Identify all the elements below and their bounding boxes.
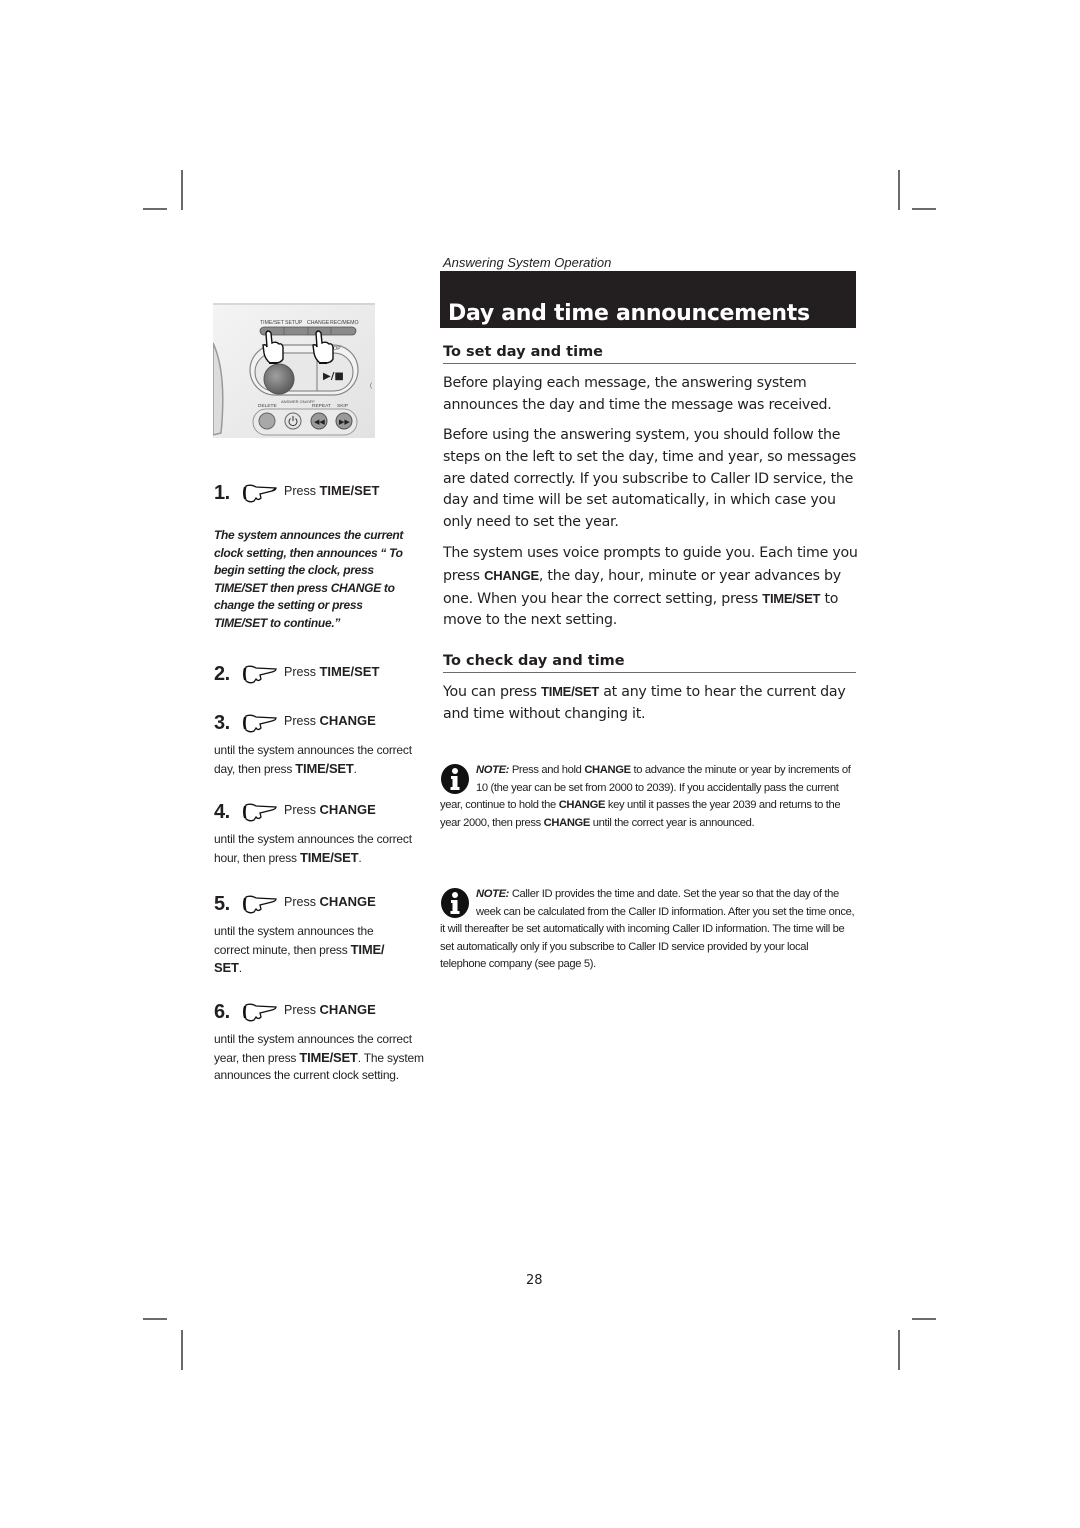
crop-mark bbox=[912, 1318, 936, 1320]
press-label: Press bbox=[284, 895, 316, 909]
svg-text:▶▶: ▶▶ bbox=[339, 418, 350, 426]
press-label: Press bbox=[284, 484, 316, 498]
step-2: 2. Press TIME/SET bbox=[214, 663, 429, 689]
answering-machine-illustration: TIME/SET SETUP CHANGE REC/MEMO STOP ▶/■ … bbox=[213, 303, 375, 438]
paragraph-check: You can press TIME/SET at any time to he… bbox=[443, 684, 846, 722]
check-day-time-heading: To check day and time bbox=[443, 652, 856, 673]
page-title: Day and time announcements bbox=[448, 301, 810, 326]
device-label-answer: ANSWER ON/OFF bbox=[281, 399, 315, 404]
paragraph-voice-prompts: The system uses voice prompts to guide y… bbox=[443, 545, 858, 629]
device-play-stop-label: ▶/■ bbox=[323, 371, 344, 382]
step-1-description: The system announces the current clock s… bbox=[214, 528, 404, 630]
crop-mark bbox=[898, 1330, 900, 1370]
device-delete-button bbox=[258, 412, 276, 430]
pointing-hand-icon bbox=[242, 1001, 282, 1023]
note-change-increments: NOTE: Press and hold CHANGE to advance t… bbox=[440, 763, 851, 829]
info-icon bbox=[440, 763, 470, 795]
step-instruction: Press CHANGE bbox=[284, 894, 376, 910]
key-name: CHANGE bbox=[319, 894, 376, 909]
note-label: NOTE: bbox=[476, 888, 510, 900]
step-description: until the system announces the correct d… bbox=[214, 743, 412, 776]
step-description: until the system announces the correct m… bbox=[214, 924, 385, 975]
step-number: 1. bbox=[214, 482, 230, 504]
paragraph-intro: Before playing each message, the answeri… bbox=[443, 375, 832, 413]
device-label-delete: DELETE bbox=[258, 403, 277, 409]
step-description: until the system announces the correct y… bbox=[214, 1032, 424, 1082]
device-label-recmemo: REC/MEMO bbox=[330, 320, 359, 326]
step-description: until the system announces the correct h… bbox=[214, 832, 412, 865]
title-bar: Day and time announcements bbox=[440, 271, 856, 328]
pointing-hand-icon bbox=[242, 801, 282, 823]
step-instruction: Press CHANGE bbox=[284, 713, 376, 729]
step-number: 6. bbox=[214, 1001, 230, 1023]
step-instruction: Press CHANGE bbox=[284, 1002, 376, 1018]
key-name: CHANGE bbox=[319, 1002, 376, 1017]
press-label: Press bbox=[284, 803, 316, 817]
step-number: 3. bbox=[214, 712, 230, 734]
crop-mark bbox=[181, 170, 183, 210]
section-label: Answering System Operation bbox=[443, 255, 612, 270]
crop-mark bbox=[898, 170, 900, 210]
step-instruction: Press TIME/SET bbox=[284, 483, 379, 499]
step-3: 3. Press CHANGE until the system announc… bbox=[214, 712, 429, 778]
device-label-skip: SKIP bbox=[337, 403, 348, 409]
press-label: Press bbox=[284, 1003, 316, 1017]
device-label-timeset: TIME/SET bbox=[260, 320, 285, 326]
pointing-hand-icon bbox=[242, 893, 282, 915]
page-number: 28 bbox=[526, 1273, 543, 1288]
step-instruction: Press TIME/SET bbox=[284, 664, 379, 680]
pointing-hand-icon bbox=[242, 663, 282, 685]
pointing-hand-icon bbox=[242, 482, 282, 504]
step-6: 6. Press CHANGE until the system announc… bbox=[214, 1001, 429, 1085]
note-label: NOTE: bbox=[476, 764, 510, 776]
svg-text:◀◀: ◀◀ bbox=[314, 418, 325, 426]
step-1: 1. Press TIME/SET bbox=[214, 482, 429, 508]
paragraph-before-using: Before using the answering system, you s… bbox=[443, 427, 857, 531]
set-day-time-heading: To set day and time bbox=[443, 343, 856, 364]
device-big-button bbox=[263, 363, 295, 395]
key-name: TIME/SET bbox=[319, 483, 380, 498]
key-name: CHANGE bbox=[319, 802, 376, 817]
device-label-setup: SETUP bbox=[285, 320, 303, 326]
step-4: 4. Press CHANGE until the system announc… bbox=[214, 801, 429, 867]
key-name: CHANGE bbox=[319, 713, 376, 728]
step-number: 4. bbox=[214, 801, 230, 823]
crop-mark bbox=[912, 208, 936, 210]
note-caller-id: NOTE: Caller ID provides the time and da… bbox=[440, 887, 855, 970]
device-label-repeat: REPEAT bbox=[312, 403, 331, 409]
svg-text:(: ( bbox=[370, 383, 372, 389]
step-number: 2. bbox=[214, 663, 230, 685]
key-name: TIME/SET bbox=[319, 664, 380, 679]
crop-mark bbox=[181, 1330, 183, 1370]
device-label-change: CHANGE bbox=[307, 320, 330, 326]
press-label: Press bbox=[284, 665, 316, 679]
step-5: 5. Press CHANGE until the system announc… bbox=[214, 893, 429, 978]
step-number: 5. bbox=[214, 893, 230, 915]
pointing-hand-icon bbox=[242, 712, 282, 734]
crop-mark bbox=[143, 1318, 167, 1320]
press-label: Press bbox=[284, 714, 316, 728]
step-instruction: Press CHANGE bbox=[284, 802, 376, 818]
crop-mark bbox=[143, 208, 167, 210]
info-icon bbox=[440, 887, 470, 919]
